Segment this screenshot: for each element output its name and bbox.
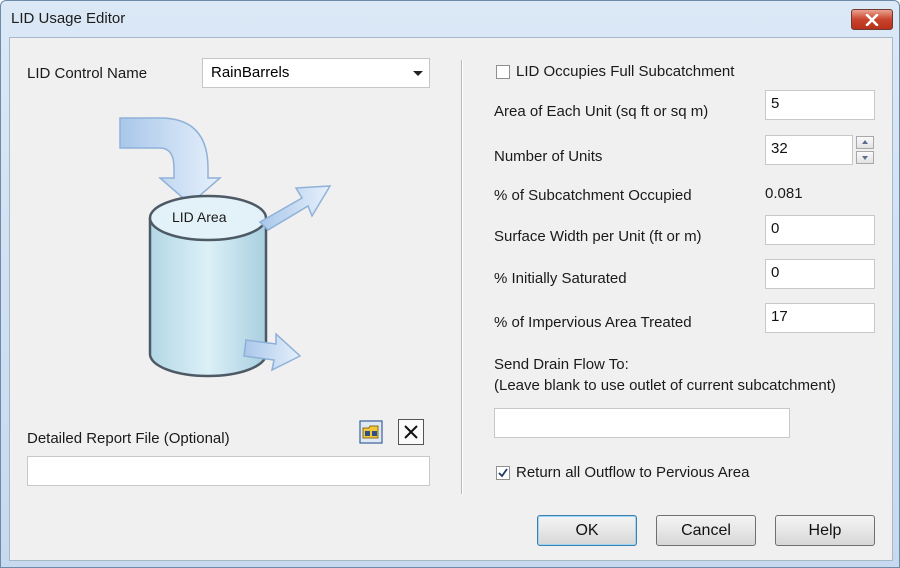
subcatchment-occupied-value: 0.081 [765,185,803,202]
chevron-down-icon [413,71,423,76]
area-each-unit-field[interactable]: 5 [765,90,875,120]
dialog-body: LID Control Name RainBarrels LID Area De… [9,37,893,561]
full-subcatchment-label: LID Occupies Full Subcatchment [516,63,735,80]
lid-usage-editor-window: LID Usage Editor LID Control Name RainBa… [0,0,900,568]
report-file-label: Detailed Report File (Optional) [27,430,230,447]
area-each-unit-value: 5 [771,95,780,112]
full-subcatchment-checkbox[interactable] [496,65,510,79]
checkmark-icon [498,468,508,478]
spin-down-button[interactable] [856,151,874,164]
ok-button[interactable]: OK [537,515,637,546]
arrow-down-icon [862,156,868,160]
overflow-arrow [258,185,332,231]
surface-width-label: Surface Width per Unit (ft or m) [494,228,702,245]
browse-report-button[interactable] [358,419,384,445]
area-each-unit-label: Area of Each Unit (sq ft or sq m) [494,103,709,120]
impervious-treated-value: 17 [771,308,788,325]
lid-area-diagram [119,117,332,378]
drain-flow-hint: (Leave blank to use outlet of current su… [494,377,836,394]
close-icon [865,13,879,26]
surface-width-value: 0 [771,220,780,237]
number-of-units-value: 32 [771,140,788,157]
clear-report-button[interactable] [398,419,424,445]
initially-saturated-label: % Initially Saturated [494,270,627,287]
return-outflow-label: Return all Outflow to Pervious Area [516,464,750,481]
lid-control-name-dropdown[interactable]: RainBarrels [202,58,430,88]
vertical-divider [461,60,462,494]
return-outflow-checkbox[interactable] [496,466,510,480]
close-button[interactable] [851,9,893,30]
drain-flow-field[interactable] [494,408,790,438]
number-of-units-field[interactable]: 32 [765,135,853,165]
surface-width-field[interactable]: 0 [765,215,875,245]
lid-control-name-label: LID Control Name [27,65,148,82]
title-bar[interactable]: LID Usage Editor [1,1,899,37]
report-file-field[interactable] [27,456,430,486]
number-of-units-spinner[interactable] [856,136,874,164]
lid-area-diagram-label: LID Area [172,209,227,225]
drain-flow-label: Send Drain Flow To: [494,356,629,373]
cancel-button[interactable]: Cancel [656,515,756,546]
clear-x-icon [404,425,418,439]
subcatchment-occupied-label: % of Subcatchment Occupied [494,187,692,204]
spin-up-button[interactable] [856,136,874,149]
initially-saturated-value: 0 [771,264,780,281]
arrow-up-icon [862,140,868,144]
number-of-units-label: Number of Units [494,148,603,165]
initially-saturated-field[interactable]: 0 [765,259,875,289]
impervious-treated-label: % of Impervious Area Treated [494,314,692,331]
lid-control-name-value: RainBarrels [211,64,290,81]
help-button[interactable]: Help [775,515,875,546]
inflow-arrow [119,117,223,205]
browse-folder-icon [359,420,383,444]
window-title: LID Usage Editor [11,10,126,27]
impervious-treated-field[interactable]: 17 [765,303,875,333]
